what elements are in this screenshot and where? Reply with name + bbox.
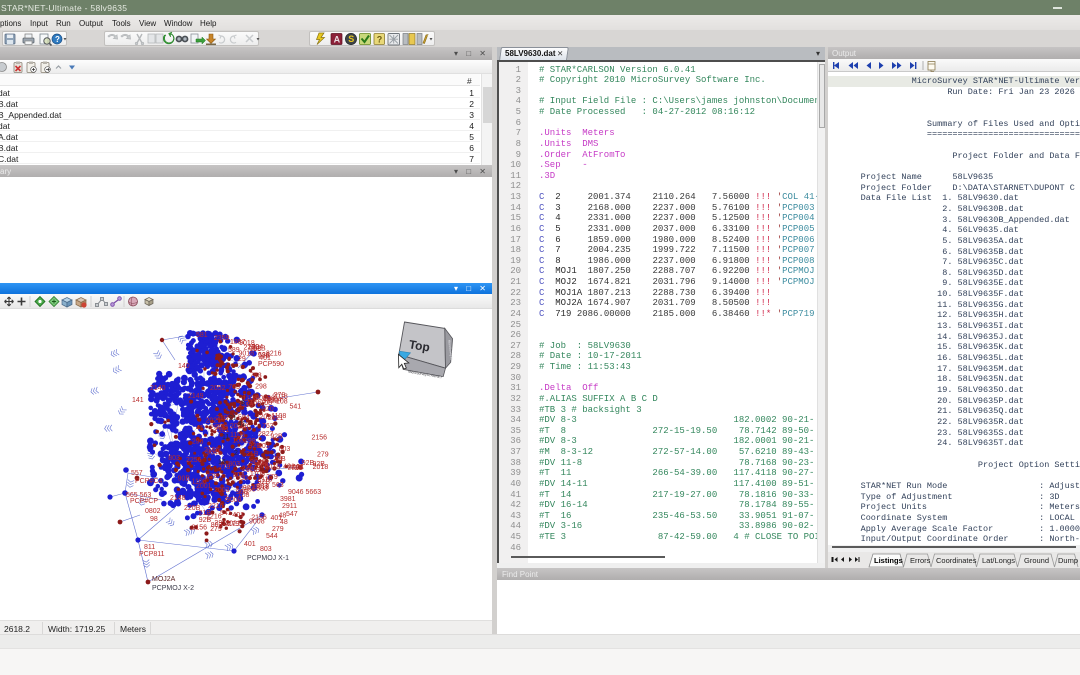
svg-text:11: 11 <box>222 434 229 441</box>
svg-text:763: 763 <box>228 384 240 391</box>
svg-text:7: 7 <box>279 457 283 464</box>
svg-text:541: 541 <box>289 404 301 411</box>
svg-text:16: 16 <box>218 459 226 466</box>
svg-text:?: ? <box>377 34 383 44</box>
svg-text:279: 279 <box>272 526 284 533</box>
svg-text:Dump: Dump <box>1058 556 1078 565</box>
svg-text:?: ? <box>55 35 60 44</box>
svg-text:2359: 2359 <box>214 335 230 342</box>
svg-text:1108: 1108 <box>192 479 207 486</box>
svg-text:1108: 1108 <box>253 460 268 467</box>
svg-text:3981: 3981 <box>280 496 296 503</box>
svg-text:2052: 2052 <box>210 385 226 392</box>
svg-text:Ground: Ground <box>1024 556 1049 565</box>
svg-text:92B: 92B <box>312 461 325 468</box>
svg-text:0802: 0802 <box>145 508 161 515</box>
svg-text:Listings: Listings <box>874 556 903 565</box>
svg-text:2156: 2156 <box>240 486 256 493</box>
svg-text:763: 763 <box>250 373 262 380</box>
svg-text:2140: 2140 <box>150 385 166 392</box>
svg-text:98: 98 <box>150 516 158 523</box>
svg-text:90B: 90B <box>178 476 191 483</box>
svg-text:141: 141 <box>132 397 144 404</box>
svg-text:9018: 9018 <box>238 351 254 358</box>
svg-text:41: 41 <box>196 425 204 432</box>
svg-text:2003: 2003 <box>214 487 230 494</box>
svg-text:140: 140 <box>178 363 190 370</box>
svg-text:2911: 2911 <box>282 503 297 510</box>
svg-text:A: A <box>334 34 341 44</box>
svg-text:279: 279 <box>317 452 329 459</box>
svg-text:PCP#CP: PCP#CP <box>130 498 158 505</box>
svg-text:2149: 2149 <box>188 393 204 400</box>
svg-text:2148: 2148 <box>170 495 186 502</box>
svg-text:2256: 2256 <box>186 457 202 464</box>
svg-text:401: 401 <box>244 541 256 548</box>
svg-text:2156: 2156 <box>191 525 207 532</box>
svg-text:PCP#C4: PCP#C4 <box>135 478 162 485</box>
svg-text:298: 298 <box>192 439 204 446</box>
svg-text:803: 803 <box>233 472 245 479</box>
svg-text:7: 7 <box>224 496 228 503</box>
svg-text:108: 108 <box>232 438 244 445</box>
svg-text:92B: 92B <box>248 443 261 450</box>
svg-text:401: 401 <box>232 512 244 519</box>
svg-text:9008: 9008 <box>249 519 265 526</box>
svg-text:92B: 92B <box>270 433 283 440</box>
svg-text:544: 544 <box>266 533 278 540</box>
svg-text:PCPMOJ X-2: PCPMOJ X-2 <box>152 585 194 592</box>
svg-text:2156: 2156 <box>246 399 262 406</box>
svg-text:279: 279 <box>216 424 228 431</box>
svg-text:Coordinates: Coordinates <box>936 556 977 565</box>
svg-text:298: 298 <box>263 395 275 402</box>
svg-text:298: 298 <box>255 383 267 390</box>
svg-text:PCP811: PCP811 <box>139 551 165 558</box>
svg-text:228: 228 <box>206 473 218 480</box>
svg-text:547: 547 <box>286 511 298 518</box>
svg-text:Lat/Longs: Lat/Longs <box>982 556 1015 565</box>
svg-text:92B: 92B <box>258 353 271 360</box>
svg-text:811: 811 <box>144 544 155 551</box>
svg-text:92B: 92B <box>199 517 212 524</box>
svg-text:92B: 92B <box>258 479 271 486</box>
svg-text:803: 803 <box>260 546 272 553</box>
svg-text:1108: 1108 <box>271 413 286 420</box>
svg-text:41: 41 <box>238 421 246 428</box>
svg-text:9046: 9046 <box>206 450 222 457</box>
svg-text:MOJ2A: MOJ2A <box>152 576 176 583</box>
svg-text:803: 803 <box>168 455 180 462</box>
svg-text:8: 8 <box>241 400 245 407</box>
svg-text:563: 563 <box>272 482 284 489</box>
svg-text:803: 803 <box>211 522 223 529</box>
svg-text:21B: 21B <box>246 451 259 458</box>
svg-text:2156: 2156 <box>311 434 327 441</box>
svg-text:PCPMOJ X-1: PCPMOJ X-1 <box>247 555 289 562</box>
svg-text:763: 763 <box>262 423 274 430</box>
svg-text:9046 5663: 9046 5663 <box>288 489 321 496</box>
svg-text:S: S <box>348 34 354 44</box>
svg-text:7: 7 <box>265 413 269 420</box>
svg-text:557: 557 <box>131 470 143 477</box>
svg-text:21: 21 <box>229 415 237 422</box>
svg-text:401: 401 <box>270 515 282 522</box>
svg-text:2: 2 <box>234 450 238 457</box>
svg-text:Errors: Errors <box>910 556 931 565</box>
svg-text:581: 581 <box>196 332 208 339</box>
svg-text:2021: 2021 <box>225 520 241 527</box>
svg-text:803: 803 <box>279 446 291 453</box>
svg-text:541: 541 <box>220 510 232 517</box>
